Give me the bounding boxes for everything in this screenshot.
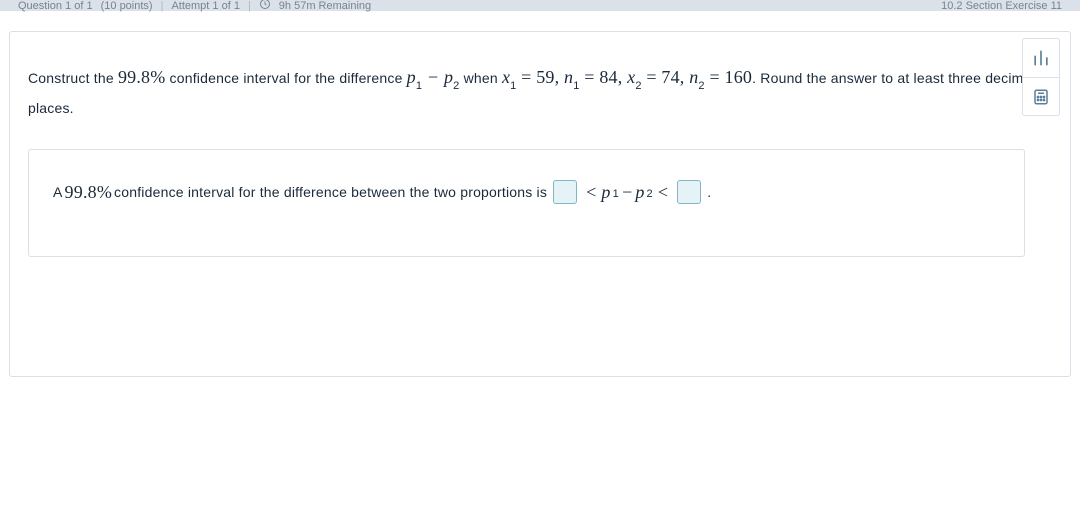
a-lt1: < xyxy=(586,182,596,203)
a-p2-sub: 2 xyxy=(647,188,653,200)
a-minus: − xyxy=(621,182,633,203)
q-x1-sub: 1 xyxy=(510,80,516,92)
right-toolbar xyxy=(1022,38,1060,116)
answer-box: A 99.8% confidence interval for the diff… xyxy=(28,149,1025,257)
question-text: Construct the 99.8% confidence interval … xyxy=(28,60,1052,121)
q-n1: n xyxy=(564,67,573,87)
a-lt2: < xyxy=(658,182,668,203)
q-mid1: confidence interval for the difference xyxy=(165,70,406,86)
q-minus: − xyxy=(422,67,444,87)
divider: | xyxy=(248,0,251,12)
q-eq4: = 160 xyxy=(705,67,752,87)
q-prefix: Construct the xyxy=(28,70,118,86)
points-label: (10 points) xyxy=(101,0,153,12)
q-eq2: = 84, xyxy=(580,67,628,87)
question-label: Question 1 of 1 xyxy=(18,0,93,12)
chart-icon-button[interactable] xyxy=(1023,39,1059,77)
q-p1: p xyxy=(407,67,416,87)
header-bar: Question 1 of 1 (10 points) | Attempt 1 … xyxy=(0,0,1080,11)
calculator-icon-button[interactable] xyxy=(1023,77,1059,115)
q-p2: p xyxy=(444,67,453,87)
lower-bound-input[interactable] xyxy=(553,180,577,204)
a-p2: p xyxy=(635,182,644,203)
time-remaining: 9h 57m Remaining xyxy=(279,0,371,12)
a-period: . xyxy=(707,184,711,200)
q-eq1: = 59, xyxy=(516,67,564,87)
q-x1: x xyxy=(502,67,510,87)
attempt-label: Attempt 1 of 1 xyxy=(171,0,239,12)
header-left: Question 1 of 1 (10 points) | Attempt 1 … xyxy=(18,0,371,13)
a-p1: p xyxy=(601,182,610,203)
a-prefix: A xyxy=(53,184,63,200)
q-p1-sub: 1 xyxy=(416,80,422,92)
a-confidence-pct: 99.8% xyxy=(65,182,113,203)
clock-icon xyxy=(259,0,271,13)
question-panel: Construct the 99.8% confidence interval … xyxy=(9,31,1071,377)
a-mid: confidence interval for the difference b… xyxy=(114,184,547,200)
divider: | xyxy=(161,0,164,12)
q-when: when xyxy=(459,70,501,86)
q-eq3: = 74, xyxy=(642,67,690,87)
q-n1-sub: 1 xyxy=(573,80,579,92)
answer-line: A 99.8% confidence interval for the diff… xyxy=(53,180,1000,204)
q-n2-sub: 2 xyxy=(698,80,704,92)
upper-bound-input[interactable] xyxy=(677,180,701,204)
q-p2-sub: 2 xyxy=(453,80,459,92)
section-reference: 10.2 Section Exercise 11 xyxy=(941,0,1062,12)
q-x2-sub: 2 xyxy=(635,80,641,92)
a-p1-sub: 1 xyxy=(613,188,619,200)
q-confidence-pct: 99.8% xyxy=(118,67,166,87)
